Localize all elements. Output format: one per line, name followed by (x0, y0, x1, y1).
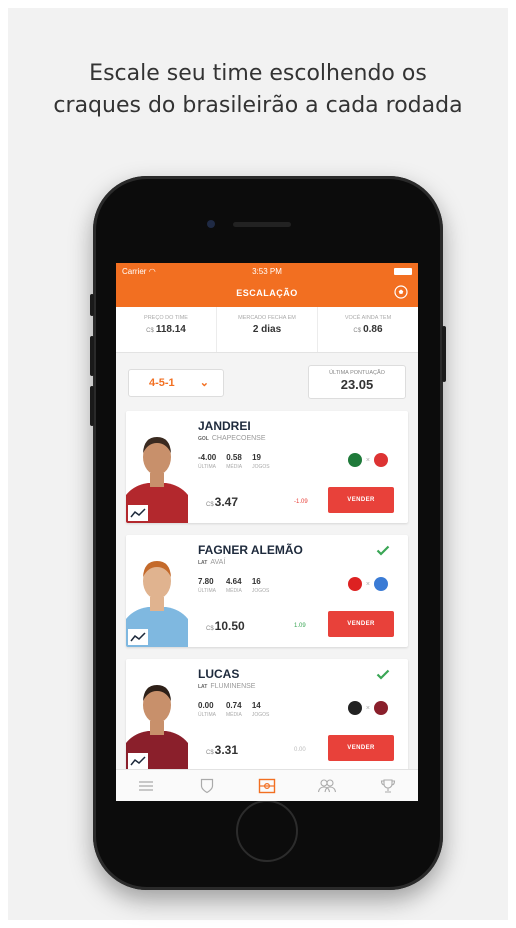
trophy-icon (380, 778, 395, 793)
home-crest-icon (347, 453, 362, 467)
headline: Escale seu time escolhendo os craques do… (0, 58, 516, 122)
headline-line-1: Escale seu time escolhendo os (89, 61, 427, 86)
versus-icon: × (365, 704, 370, 712)
team-price: PREÇO DO TIME C$ 118.14 (116, 307, 217, 352)
remaining-budget: VOCÊ AINDA TEM C$ 0.86 (344, 315, 392, 335)
player-club: LAT FLUMINENSE (198, 683, 255, 690)
tab-lineup[interactable] (255, 775, 279, 797)
price-variation: 0.00 (294, 747, 306, 753)
away-crest-icon (374, 701, 388, 715)
club-name: CHAPECOENSE (211, 435, 266, 442)
check-icon (376, 669, 390, 680)
mute-switch (90, 294, 94, 316)
formation-select[interactable]: 4-5-1 ⌄ (128, 369, 224, 397)
player-card[interactable]: LUCAS LAT FLUMINENSE 0.00 ÚLTIMA 0.74 MÉDIA 14 J… (126, 659, 408, 771)
player-position: LAT (198, 684, 208, 690)
clock: 3:53 PM (252, 266, 282, 276)
stat-2: 16 JOGOS (251, 577, 270, 594)
player-position: LAT (198, 560, 208, 566)
formation-value: 4-5-1 (149, 377, 175, 389)
price-variation: -1.09 (294, 499, 308, 505)
app-screen: Carrier ◠ 3:53 PM ESCALAÇÃO PREÇO DO TIM… (116, 263, 418, 801)
users-icon (318, 778, 337, 792)
player-club: GOL CHAPECOENSE (198, 435, 266, 442)
versus-icon: × (365, 456, 370, 464)
tab-leagues[interactable] (315, 775, 339, 797)
away-crest-icon (374, 453, 388, 467)
stat-2: 14 JOGOS (251, 701, 270, 718)
status-bar: Carrier ◠ 3:53 PM (116, 263, 418, 279)
player-stats: -4.00 ÚLTIMA 0.58 MÉDIA 19 JOGOS (198, 453, 270, 470)
player-name: LUCAS (198, 667, 240, 681)
volume-down-button (90, 386, 94, 426)
sell-button[interactable]: VENDER (328, 487, 394, 513)
tab-bar (116, 769, 418, 801)
next-match: × (347, 453, 388, 467)
home-button[interactable] (236, 800, 298, 862)
player-position: GOL (198, 436, 209, 442)
club-name: AVAÍ (210, 559, 226, 566)
player-name: JANDREI (198, 419, 251, 433)
home-crest-icon (347, 577, 362, 591)
player-price: C$10.50 (206, 619, 245, 633)
player-club: LAT AVAÍ (198, 559, 225, 566)
volume-up-button (90, 336, 94, 376)
chevron-down-icon: ⌄ (199, 377, 209, 389)
last-score-box: ÚLTIMA PONTUAÇÃO 23.05 (308, 365, 406, 399)
player-price: C$3.31 (206, 743, 239, 757)
player-stats: 0.00 ÚLTIMA 0.74 MÉDIA 14 JOGOS (198, 701, 269, 718)
shield-icon (200, 778, 213, 793)
trend-chart-icon[interactable] (128, 629, 148, 645)
player-name: FAGNER ALEMÃO (198, 543, 303, 557)
trend-chart-icon[interactable] (128, 505, 148, 521)
check-icon (376, 545, 390, 556)
stat-1: 4.64 MÉDIA (225, 577, 242, 594)
tab-menu[interactable] (134, 775, 158, 797)
nav-bar: ESCALAÇÃO (116, 279, 418, 307)
versus-icon: × (365, 580, 370, 588)
player-card[interactable]: FAGNER ALEMÃO LAT AVAÍ 7.80 ÚLTIMA 4.64 MÉDIA 1… (126, 535, 408, 647)
controls-row: 4-5-1 ⌄ ÚLTIMA PONTUAÇÃO 23.05 (116, 353, 418, 409)
earpiece-speaker (233, 222, 291, 227)
sell-button[interactable]: VENDER (328, 611, 394, 637)
headline-line-2: craques do brasileirão a cada rodada (53, 93, 463, 118)
player-card[interactable]: JANDREI GOL CHAPECOENSE -4.00 ÚLTIMA 0.58 MÉDI… (126, 411, 408, 523)
tab-trophy[interactable] (376, 775, 400, 797)
home-crest-icon (347, 701, 362, 715)
price-variation: 1.09 (294, 623, 306, 629)
next-match: × (347, 577, 388, 591)
menu-icon (139, 780, 154, 791)
power-button (442, 326, 446, 382)
market-closes: MERCADO FECHA EM 2 dias (217, 307, 318, 352)
soccer-ball-icon[interactable] (394, 285, 408, 299)
club-name: FLUMINENSE (210, 683, 256, 690)
field-icon (258, 778, 276, 793)
sell-button[interactable]: VENDER (328, 735, 394, 761)
front-camera (207, 220, 215, 228)
page-title: ESCALAÇÃO (236, 288, 298, 298)
player-stats: 7.80 ÚLTIMA 4.64 MÉDIA 16 JOGOS (198, 577, 269, 594)
stat-0: 7.80 ÚLTIMA (198, 577, 216, 594)
stat-1: 0.74 MÉDIA (225, 701, 242, 718)
away-crest-icon (374, 577, 388, 591)
player-price: C$3.47 (206, 495, 239, 509)
tab-team[interactable] (195, 775, 219, 797)
stat-2: 19 JOGOS (252, 453, 270, 470)
stat-1: 0.58 MÉDIA (226, 453, 243, 470)
stat-0: -4.00 ÚLTIMA (198, 453, 217, 470)
stat-0: 0.00 ÚLTIMA (198, 701, 216, 718)
next-match: × (347, 701, 388, 715)
trend-chart-icon[interactable] (128, 753, 148, 769)
team-summary: PREÇO DO TIME C$ 118.14 MERCADO FECHA EM … (116, 307, 418, 353)
